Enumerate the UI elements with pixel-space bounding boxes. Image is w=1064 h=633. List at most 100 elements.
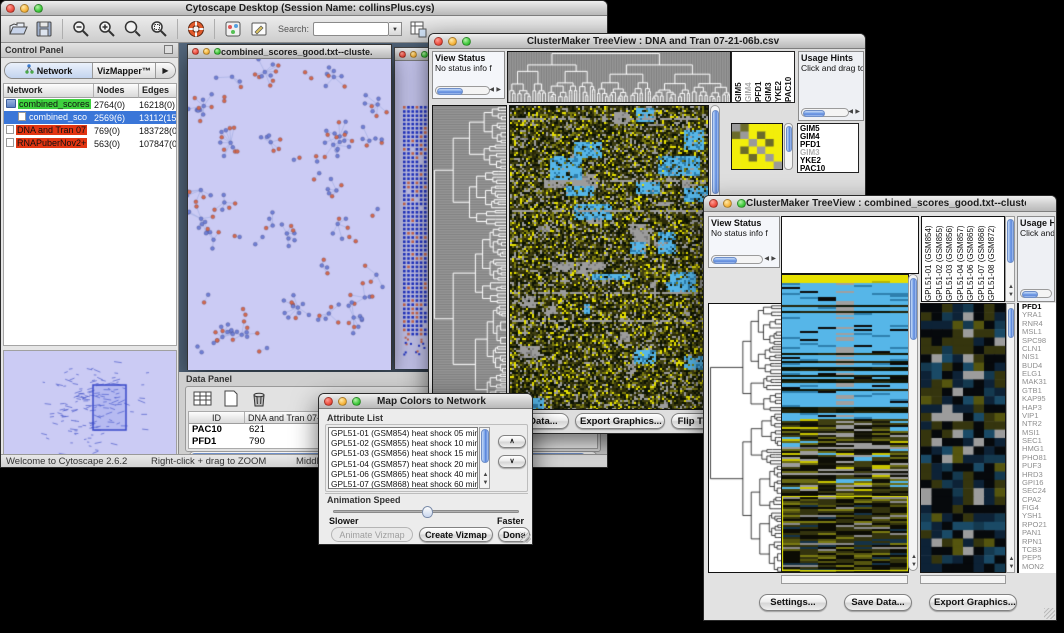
- view-status-hscrollbar[interactable]: [435, 86, 490, 95]
- network-view-1-canvas[interactable]: [188, 59, 391, 370]
- help-lifering-icon[interactable]: [186, 19, 206, 39]
- zoom-window-icon[interactable]: [421, 51, 428, 58]
- id-column-header[interactable]: ID: [189, 412, 245, 424]
- column-label[interactable]: GIM3: [764, 52, 774, 102]
- tv2-column-labels-vscrollbar[interactable]: ▲ ▼: [1005, 216, 1015, 302]
- scroll-left-icon[interactable]: ◀: [489, 87, 494, 93]
- tab-overflow-button[interactable]: ▶: [155, 63, 175, 78]
- scroll-up-icon[interactable]: ▲: [1008, 284, 1014, 290]
- tv2-heatmap[interactable]: [781, 274, 909, 573]
- minimize-icon[interactable]: [203, 48, 210, 55]
- zoom-in-icon[interactable]: [97, 19, 117, 39]
- minimize-icon[interactable]: [448, 37, 457, 46]
- attribute-list-item[interactable]: GPL51-04 (GSM857) heat shock 20 min: [329, 459, 477, 469]
- close-icon[interactable]: [6, 4, 15, 13]
- column-label[interactable]: GPL51-01 (GSM854): [924, 217, 935, 301]
- tv1-column-dendrogram[interactable]: [507, 51, 731, 103]
- scroll-down-icon[interactable]: ▼: [1008, 292, 1014, 298]
- tv1-similarity-matrix[interactable]: [731, 123, 783, 170]
- tv1-matrix-labels[interactable]: GIM5GIM4PFD1GIM3YKE2PAC10: [797, 123, 859, 173]
- view-status-hscrollbar[interactable]: [711, 255, 763, 264]
- slider-thumb[interactable]: [422, 506, 433, 518]
- create-vizmap-button[interactable]: Create Vizmap: [419, 527, 493, 542]
- animation-speed-slider[interactable]: [333, 510, 519, 513]
- tv2-zoom-vscrollbar[interactable]: ▲ ▼: [1006, 303, 1015, 573]
- treeview2-titlebar[interactable]: ClusterMaker TreeView : combined_scores_…: [704, 196, 1056, 212]
- minimize-icon[interactable]: [20, 4, 29, 13]
- attribute-list-item[interactable]: GPL51-06 (GSM865) heat shock 40 min: [329, 469, 477, 479]
- birdseye-canvas[interactable]: [4, 351, 176, 461]
- close-icon[interactable]: [324, 397, 333, 406]
- tv2-settings-button[interactable]: Settings...: [759, 594, 827, 611]
- column-label[interactable]: GPL51-07 (GSM868): [977, 217, 988, 301]
- attribute-list-item[interactable]: GPL51-07 (GSM868) heat shock 60 min: [329, 479, 477, 489]
- main-titlebar[interactable]: Cytoscape Desktop (Session Name: collins…: [1, 1, 607, 16]
- attribute-list[interactable]: GPL51-01 (GSM854) heat shock 05 minGPL51…: [328, 427, 478, 489]
- tv2-row-dendrogram[interactable]: [708, 303, 783, 573]
- usage-hints-hscrollbar[interactable]: [1020, 289, 1052, 298]
- network-row[interactable]: combined_scores 2764(0) 16218(0): [4, 98, 176, 111]
- tv1-row-dendrogram[interactable]: [432, 105, 507, 410]
- tv2-zoom-heatmap[interactable]: [920, 303, 1006, 573]
- zoom-window-icon[interactable]: [214, 48, 221, 55]
- zoom-window-icon[interactable]: [737, 199, 746, 208]
- attribute-list-item[interactable]: GPL51-02 (GSM855) heat shock 10 min: [329, 438, 477, 448]
- matrix-label[interactable]: PAC10: [800, 165, 858, 173]
- minimize-icon[interactable]: [410, 51, 417, 58]
- vizmapper-icon[interactable]: [223, 19, 243, 39]
- tv1-export-graphics-button[interactable]: Export Graphics...: [575, 413, 665, 429]
- search-input[interactable]: [313, 22, 389, 36]
- close-icon[interactable]: [434, 37, 443, 46]
- tab-network[interactable]: Network: [5, 63, 93, 78]
- float-panel-icon[interactable]: [164, 45, 173, 54]
- column-label[interactable]: PAC10: [784, 52, 794, 102]
- resize-grip[interactable]: [520, 532, 531, 543]
- zoom-window-icon[interactable]: [462, 37, 471, 46]
- tv2-save-data-button[interactable]: Save Data...: [844, 594, 912, 611]
- col-network[interactable]: Network: [4, 84, 94, 98]
- import-table-icon[interactable]: [408, 19, 428, 39]
- column-label[interactable]: GPL51-04 (GSM857): [956, 217, 967, 301]
- resize-grip[interactable]: [1044, 608, 1055, 619]
- column-label[interactable]: PFD1: [754, 52, 764, 102]
- tv2-heatmap-hscrollbar[interactable]: [781, 575, 908, 584]
- open-file-icon[interactable]: [8, 19, 28, 39]
- tv2-gene-list[interactable]: PFD1YRA1RNR4MSL1SPC98CLN1NIS1BUD4ELG1MAK…: [1017, 303, 1056, 573]
- column-label[interactable]: GPL51-02 (GSM855): [935, 217, 946, 301]
- column-label[interactable]: GPL51-08 (GSM872): [987, 217, 998, 301]
- scroll-right-icon[interactable]: ▶: [855, 109, 860, 115]
- column-label[interactable]: GIM5: [734, 52, 744, 102]
- tv2-heatmap-vscrollbar[interactable]: ▲ ▼: [908, 274, 918, 571]
- delete-attribute-icon[interactable]: [249, 390, 269, 410]
- zoom-window-icon[interactable]: [34, 4, 43, 13]
- col-edges[interactable]: Edges: [139, 84, 176, 98]
- scroll-down-icon[interactable]: ▼: [1009, 564, 1015, 570]
- animate-vizmap-button[interactable]: Animate Vizmap: [331, 527, 413, 542]
- tv2-column-labels[interactable]: GPL51-01 (GSM854)GPL51-02 (GSM855) GPL51-…: [921, 216, 1005, 302]
- column-label[interactable]: YKE2: [774, 52, 784, 102]
- tv2-zoom-hscrollbar[interactable]: [920, 575, 1006, 584]
- close-icon[interactable]: [399, 51, 406, 58]
- move-down-button[interactable]: ∨: [498, 455, 526, 468]
- search-dropdown-icon[interactable]: ▼: [389, 22, 402, 36]
- birdseye-panel[interactable]: [3, 350, 177, 462]
- column-label[interactable]: GIM4: [744, 52, 754, 102]
- minimize-icon[interactable]: [338, 397, 347, 406]
- save-icon[interactable]: [34, 19, 54, 39]
- scroll-up-icon[interactable]: ▲: [911, 554, 917, 560]
- attribute-list-item[interactable]: GPL51-01 (GSM854) heat shock 05 min: [329, 428, 477, 438]
- network-row[interactable]: RNAPuberNov2+ 563(0) 107847(0): [4, 137, 176, 150]
- tv1-column-labels[interactable]: GIM5GIM4PFD1GIM3YKE2PAC10: [731, 51, 795, 103]
- tv1-heatmap[interactable]: [509, 105, 709, 410]
- scroll-up-icon[interactable]: ▲: [483, 472, 489, 478]
- attribute-list-vscrollbar[interactable]: ▲ ▼: [479, 427, 490, 489]
- zoom-out-icon[interactable]: [71, 19, 91, 39]
- tv1-matrix-vscrollbar[interactable]: [784, 123, 793, 170]
- scroll-left-icon[interactable]: ◀: [848, 109, 853, 115]
- column-label[interactable]: GPL51-06 (GSM865): [966, 217, 977, 301]
- network-row[interactable]: combined_sco 2569(6) 13112(15): [4, 111, 176, 124]
- scroll-down-icon[interactable]: ▼: [911, 562, 917, 568]
- scroll-left-icon[interactable]: ◀: [764, 256, 769, 262]
- tv2-export-graphics-button[interactable]: Export Graphics...: [929, 594, 1017, 611]
- annotation-icon[interactable]: [249, 19, 269, 39]
